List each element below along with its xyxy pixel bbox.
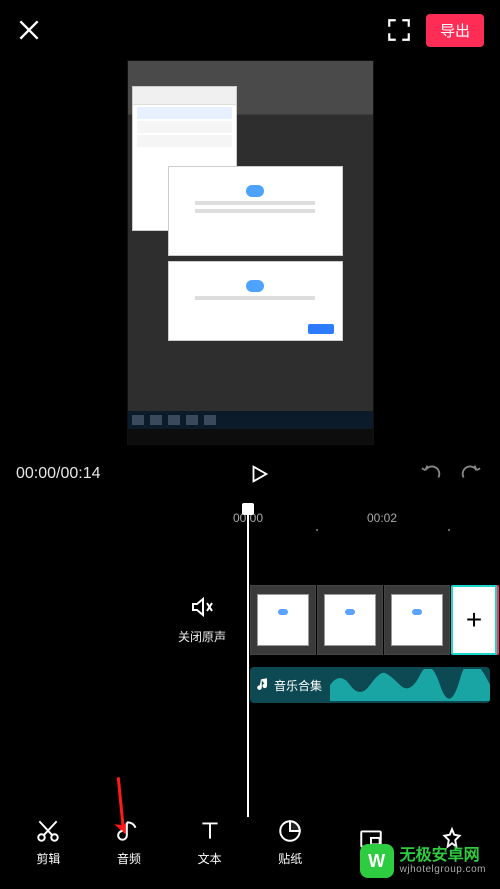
watermark-badge: W bbox=[360, 844, 394, 878]
add-clip-button[interactable]: + bbox=[451, 585, 497, 655]
video-track[interactable]: + bbox=[250, 585, 497, 655]
mute-original-button[interactable]: 关闭原声 bbox=[178, 595, 226, 645]
watermark-line2: wjhotelgroup.com bbox=[400, 864, 486, 875]
ruler-tick bbox=[316, 529, 318, 531]
top-bar: 导出 bbox=[0, 0, 500, 60]
time-current: 00:00 bbox=[16, 465, 56, 482]
watermark-text: 无极安卓网 wjhotelgroup.com bbox=[400, 847, 486, 876]
time-display: 00:00/00:14 bbox=[16, 465, 101, 483]
tool-cut[interactable]: 剪辑 bbox=[18, 818, 78, 867]
export-button[interactable]: 导出 bbox=[426, 14, 484, 47]
video-preview[interactable] bbox=[0, 60, 500, 445]
tool-label: 剪辑 bbox=[36, 850, 60, 867]
top-right-group: 导出 bbox=[386, 14, 484, 47]
waveform bbox=[330, 669, 490, 701]
audio-track-label: 音乐合集 bbox=[274, 677, 322, 694]
clip-thumbnail[interactable] bbox=[384, 585, 450, 655]
playhead[interactable] bbox=[247, 507, 249, 817]
tool-text[interactable]: 文本 bbox=[180, 818, 240, 867]
watermark-line1: 无极安卓网 bbox=[400, 847, 486, 865]
fullscreen-icon[interactable] bbox=[386, 17, 412, 43]
tool-sticker[interactable]: 贴纸 bbox=[260, 818, 320, 867]
watermark: W 无极安卓网 wjhotelgroup.com bbox=[354, 841, 492, 881]
mute-label: 关闭原声 bbox=[178, 628, 226, 645]
clip-thumbnail[interactable] bbox=[250, 585, 316, 655]
play-button[interactable] bbox=[248, 463, 270, 485]
preview-dialog bbox=[168, 166, 343, 256]
playback-controls: 00:00/00:14 bbox=[0, 445, 500, 501]
undo-button[interactable] bbox=[418, 461, 444, 488]
tool-label: 音频 bbox=[117, 850, 141, 867]
tool-label: 贴纸 bbox=[278, 850, 302, 867]
undo-redo-group bbox=[418, 461, 484, 488]
clip-thumbnail[interactable] bbox=[317, 585, 383, 655]
timeline-tracks[interactable]: 关闭原声 + 音乐合集 bbox=[0, 537, 500, 797]
tool-audio[interactable]: 音频 bbox=[99, 818, 159, 867]
ruler-tick bbox=[448, 529, 450, 531]
redo-button[interactable] bbox=[458, 461, 484, 488]
audio-track[interactable]: 音乐合集 bbox=[250, 667, 490, 703]
music-note-icon bbox=[256, 678, 270, 692]
tool-label: 文本 bbox=[198, 850, 222, 867]
time-total: 00:14 bbox=[61, 465, 101, 482]
preview-taskbar bbox=[128, 411, 373, 429]
preview-dialog bbox=[168, 261, 343, 341]
close-button[interactable] bbox=[16, 17, 42, 43]
preview-frame bbox=[127, 60, 374, 445]
ruler-label: 00:02 bbox=[367, 511, 397, 525]
